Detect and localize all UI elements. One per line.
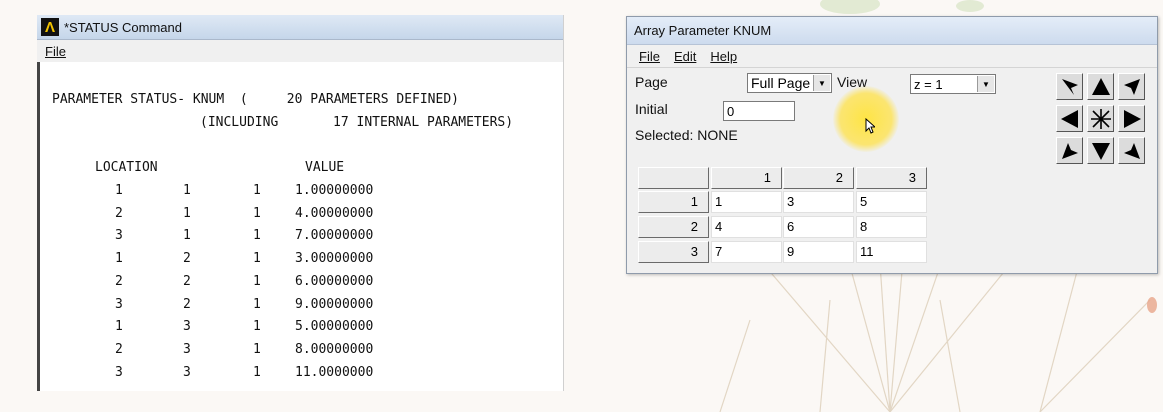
nav-left-button[interactable] — [1056, 105, 1083, 132]
status-output-text: PARAMETER STATUS- KNUM ( 20 PARAMETERS D… — [37, 62, 563, 391]
nav-down-left-button[interactable] — [1056, 137, 1083, 164]
status-row-index: 1 — [115, 251, 123, 267]
status-row-index: 3 — [115, 228, 123, 244]
chevron-down-icon: ▼ — [977, 76, 994, 92]
grid-col-header[interactable]: 2 — [783, 167, 854, 189]
status-row-index: 3 — [183, 364, 191, 380]
status-row-value: 4.00000000 — [295, 205, 374, 221]
nav-center-button[interactable] — [1087, 105, 1114, 132]
grid-cell[interactable]: 1 — [711, 191, 782, 213]
nav-up-left-button[interactable] — [1056, 73, 1083, 100]
status-row-value: 8.00000000 — [295, 341, 374, 357]
status-row-index: 1 — [253, 251, 261, 267]
initial-label: Initial — [635, 101, 668, 117]
grid-cell[interactable]: 6 — [783, 216, 854, 238]
array-parameter-window: Array Parameter KNUM File Edit Help Page… — [626, 16, 1158, 274]
status-titlebar[interactable]: Λ *STATUS Command — [37, 15, 563, 40]
grid-cell[interactable]: 5 — [856, 191, 927, 213]
nav-down-right-button[interactable] — [1118, 137, 1145, 164]
array-menu-file[interactable]: File — [639, 49, 660, 64]
status-row-index: 1 — [253, 341, 261, 357]
view-select-value: z = 1 — [914, 76, 943, 92]
page-label: Page — [635, 74, 668, 90]
status-row-index: 2 — [115, 205, 123, 221]
array-titlebar[interactable]: Array Parameter KNUM — [627, 17, 1157, 45]
status-row-value: 1.00000000 — [295, 183, 374, 198]
status-window-title: *STATUS Command — [64, 19, 182, 35]
chevron-down-icon: ▼ — [813, 75, 830, 91]
status-row-index: 1 — [253, 296, 261, 312]
status-col-location: LOCATION — [95, 160, 158, 175]
arrow-down-icon — [1091, 142, 1110, 160]
arrow-down-right-icon — [1123, 142, 1140, 159]
array-menu-help[interactable]: Help — [710, 49, 737, 64]
status-row-index: 1 — [183, 183, 191, 198]
status-row-index: 1 — [253, 183, 261, 198]
status-row-value: 3.00000000 — [295, 251, 374, 267]
arrow-up-icon — [1091, 77, 1110, 95]
array-menubar: File Edit Help — [627, 45, 1157, 68]
grid-row-header[interactable]: 1 — [638, 191, 709, 213]
status-row-index: 1 — [115, 183, 123, 198]
grid-row-header[interactable]: 2 — [638, 216, 709, 238]
grid-row-header[interactable]: 3 — [638, 241, 709, 263]
page-select[interactable]: Full Page ▼ — [747, 73, 832, 93]
status-row-index: 1 — [253, 319, 261, 335]
status-row-index: 2 — [183, 251, 191, 267]
status-row-value: 6.00000000 — [295, 273, 374, 289]
status-header-line-1: PARAMETER STATUS- KNUM ( 20 PARAMETERS D… — [52, 92, 459, 107]
status-command-window: Λ *STATUS Command File PARAMETER STATUS-… — [37, 15, 564, 391]
ansys-logo-icon: Λ — [41, 18, 59, 36]
status-row-value: 5.00000000 — [295, 319, 374, 335]
grid-cell[interactable]: 4 — [711, 216, 782, 238]
status-row-index: 1 — [253, 273, 261, 289]
nav-right-button[interactable] — [1118, 105, 1145, 132]
arrow-up-right-icon — [1123, 78, 1140, 95]
grid-col-header[interactable]: 1 — [711, 167, 782, 189]
grid-col-header[interactable]: 3 — [856, 167, 927, 189]
nav-down-button[interactable] — [1087, 137, 1114, 164]
status-row-index: 3 — [115, 364, 123, 380]
status-row-index: 1 — [115, 319, 123, 335]
mouse-cursor-icon — [865, 118, 875, 134]
arrow-down-left-icon — [1061, 142, 1078, 159]
status-row-index: 3 — [183, 341, 191, 357]
grid-corner-header — [638, 167, 709, 189]
status-row-index: 1 — [253, 364, 261, 380]
grid-cell[interactable]: 7 — [711, 241, 782, 263]
arrow-right-icon — [1123, 109, 1141, 128]
status-row-value: 11.0000000 — [295, 364, 374, 380]
status-row-index: 1 — [183, 205, 191, 221]
status-row-value: 9.00000000 — [295, 296, 374, 312]
arrow-left-icon — [1060, 109, 1078, 128]
initial-input[interactable]: 0 — [723, 101, 795, 121]
arrow-up-left-icon — [1061, 78, 1078, 95]
status-row-value: 7.00000000 — [295, 228, 374, 244]
status-row-index: 3 — [115, 296, 123, 312]
status-row-index: 1 — [253, 228, 261, 244]
grid-cell[interactable]: 11 — [856, 241, 927, 263]
status-row-index: 1 — [253, 205, 261, 221]
status-row-index: 2 — [115, 273, 123, 289]
nav-up-right-button[interactable] — [1118, 73, 1145, 100]
status-row-index: 3 — [183, 319, 191, 335]
status-row-index: 2 — [115, 341, 123, 357]
selected-status: Selected: NONE — [635, 127, 738, 143]
grid-cell[interactable]: 3 — [783, 191, 854, 213]
grid-cell[interactable]: 9 — [783, 241, 854, 263]
center-star-icon — [1090, 108, 1111, 129]
grid-cell[interactable]: 8 — [856, 216, 927, 238]
status-menubar: File — [37, 40, 563, 63]
status-row-index: 2 — [183, 296, 191, 312]
array-menu-edit[interactable]: Edit — [674, 49, 696, 64]
status-menu-file[interactable]: File — [45, 44, 66, 59]
status-header-line-2: (INCLUDING 17 INTERNAL PARAMETERS) — [200, 115, 514, 130]
page-select-value: Full Page — [751, 75, 811, 91]
view-select[interactable]: z = 1 ▼ — [910, 74, 996, 94]
nav-up-button[interactable] — [1087, 73, 1114, 100]
status-row-index: 1 — [183, 228, 191, 244]
status-row-index: 2 — [183, 273, 191, 289]
status-col-value: VALUE — [305, 160, 345, 175]
array-window-title: Array Parameter KNUM — [634, 23, 772, 38]
